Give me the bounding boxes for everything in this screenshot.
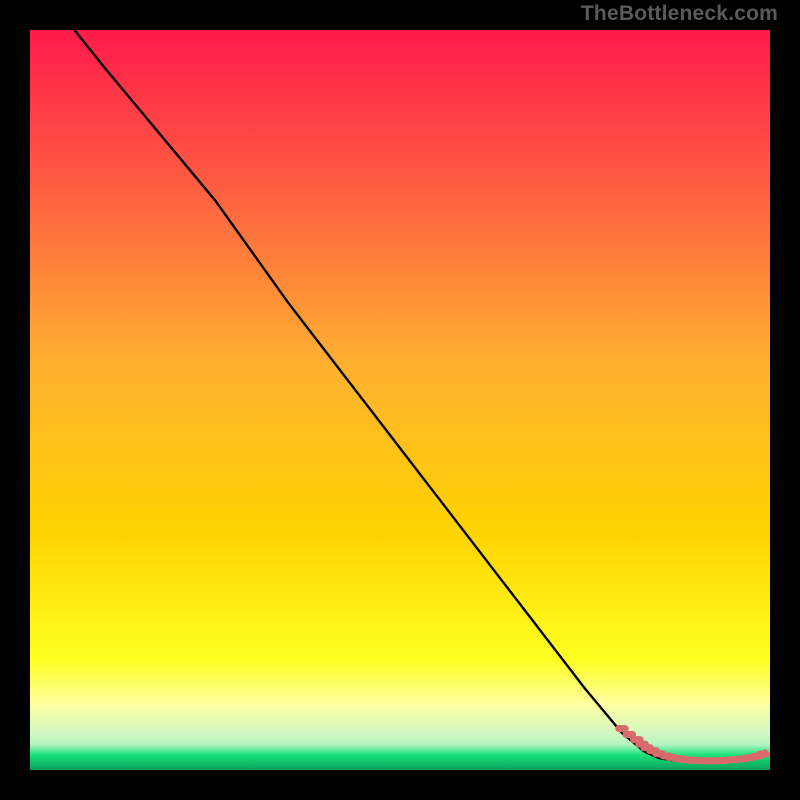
gradient-background — [30, 30, 770, 770]
plot-area — [30, 30, 770, 770]
plot-svg — [30, 30, 770, 770]
marker-end-dot — [761, 749, 768, 756]
chart-frame: TheBottleneck.com — [0, 0, 800, 800]
attribution-label: TheBottleneck.com — [581, 2, 778, 26]
